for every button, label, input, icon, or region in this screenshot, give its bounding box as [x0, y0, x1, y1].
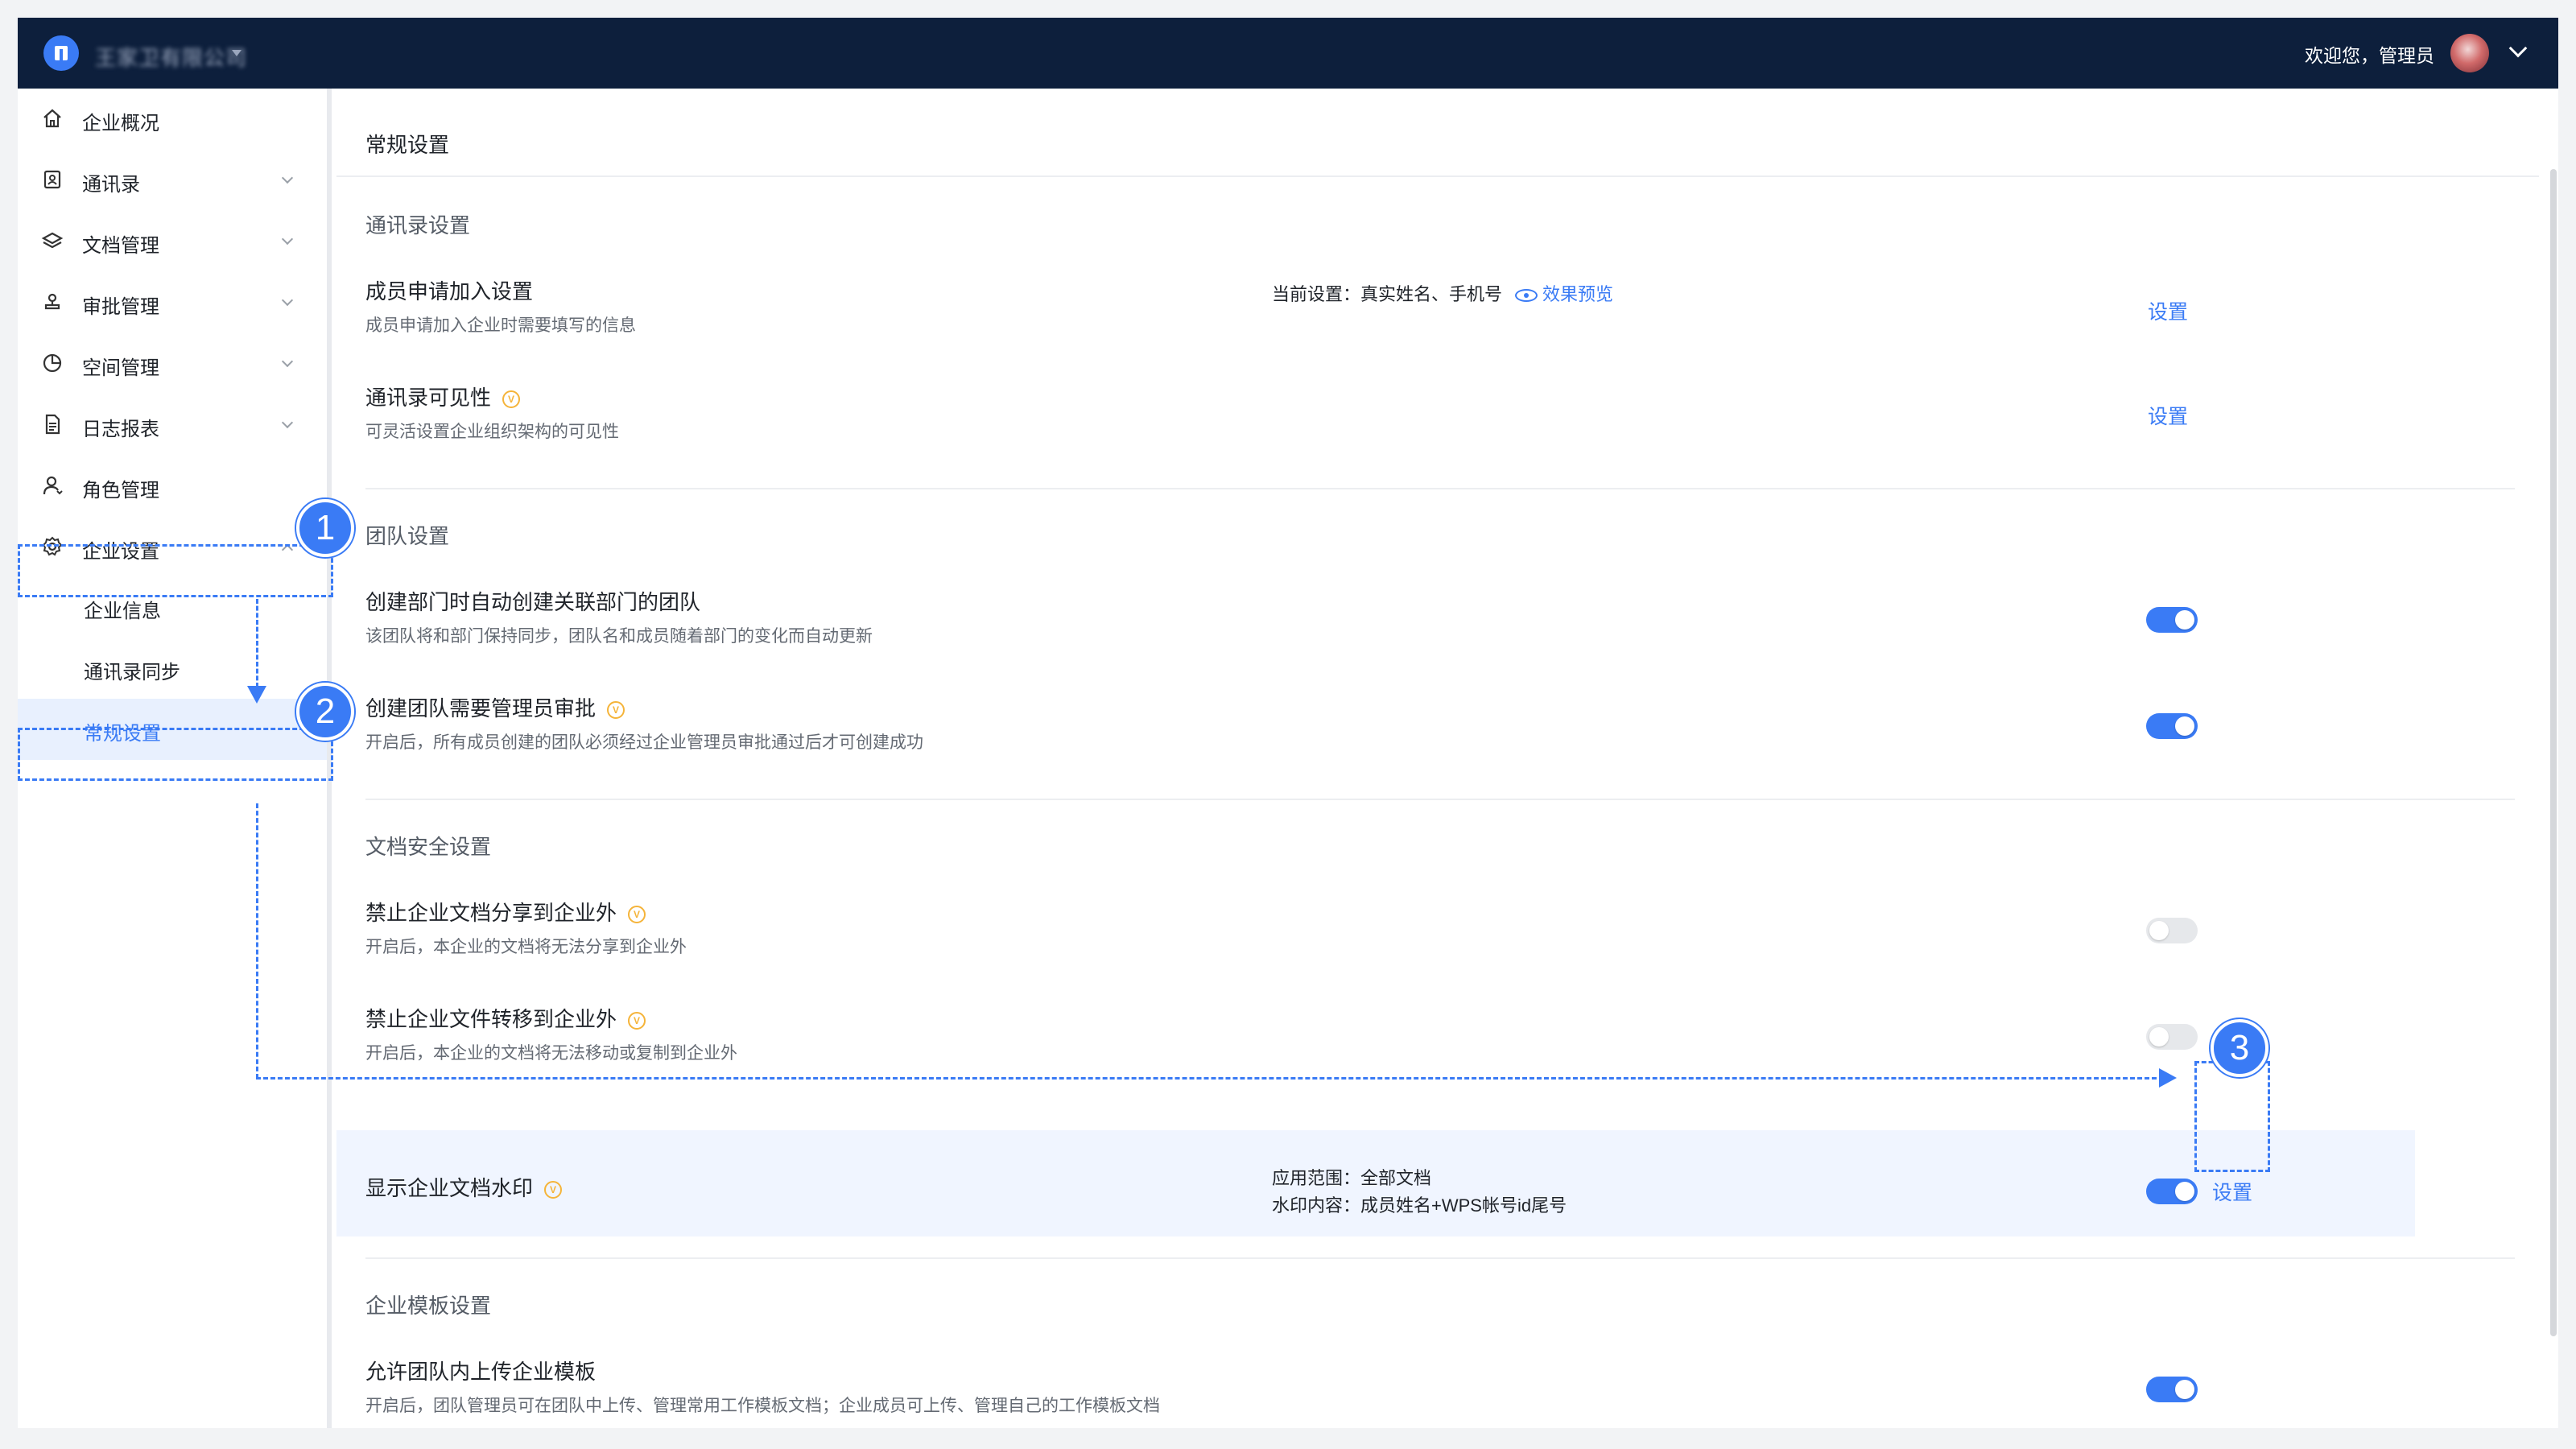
vip-icon: V — [607, 701, 625, 720]
setting-title: 创建部门时自动创建关联部门的团队 — [365, 590, 701, 614]
sidebar-item-label: 通讯录 — [82, 174, 140, 196]
setting-title: 显示企业文档水印 V — [365, 1172, 563, 1202]
callout-box-enterprise-settings — [18, 544, 333, 597]
sidebar-item-approval[interactable]: 审批管理 — [18, 272, 327, 333]
vip-icon: V — [628, 1012, 646, 1030]
setting-title: 通讯录可见性 V — [365, 382, 521, 411]
chevron-down-icon — [281, 233, 294, 246]
watermark-scope: 应用范围：全部文档 — [1272, 1168, 1432, 1188]
toggle-switch[interactable] — [2146, 607, 2198, 633]
setting-description: 可灵活设置企业组织架构的可见性 — [365, 423, 619, 441]
vip-icon: V — [628, 906, 646, 924]
set-button[interactable]: 设置 — [2212, 1177, 2252, 1206]
preview-link[interactable]: 效果预览 — [1542, 284, 1613, 304]
pie-chart-icon — [40, 352, 64, 376]
sidebar-item-label: 审批管理 — [82, 296, 159, 318]
sidebar-item-label: 企业信息 — [84, 601, 161, 622]
scrollbar[interactable] — [2550, 169, 2557, 1336]
setting-title: 禁止企业文件转移到企业外 V — [365, 1003, 646, 1033]
divider — [365, 488, 2515, 489]
avatar[interactable] — [2450, 34, 2489, 72]
page-title: 常规设置 — [365, 133, 450, 157]
main-content: 常规设置 通讯录设置 成员申请加入设置 成员申请加入企业时需要填写的信息 当前设… — [336, 89, 2558, 1428]
setting-description: 开启后，所有成员创建的团队必须经过企业管理员审批通过后才可创建成功 — [365, 733, 923, 752]
chevron-down-icon[interactable] — [2508, 39, 2528, 58]
setting-description: 成员申请加入企业时需要填写的信息 — [365, 316, 636, 335]
eye-icon[interactable] — [1515, 289, 1538, 303]
setting-title: 允许团队内上传企业模板 — [365, 1360, 597, 1384]
sidebar-item-label: 通讯录同步 — [84, 662, 180, 683]
setting-title-text: 创建团队需要管理员审批 — [365, 696, 597, 720]
welcome-text: 欢迎您，管理员 — [2305, 45, 2434, 66]
callout-connector — [256, 599, 258, 687]
arrow-right-icon — [2159, 1068, 2177, 1088]
setting-title-text: 禁止企业文档分享到企业外 — [365, 901, 617, 925]
toggle-switch[interactable] — [2146, 713, 2198, 739]
setting-title: 创建团队需要管理员审批 V — [365, 692, 625, 722]
sidebar-item-label: 日志报表 — [82, 419, 159, 440]
sidebar-item-documents[interactable]: 文档管理 — [18, 211, 327, 272]
set-button[interactable]: 设置 — [2148, 296, 2188, 325]
toggle-switch[interactable] — [2146, 1377, 2198, 1402]
sidebar-subitem-contacts-sync[interactable]: 通讯录同步 — [18, 638, 327, 699]
user-icon — [40, 474, 64, 498]
document-icon — [40, 413, 64, 437]
callout-connector — [256, 1077, 2164, 1080]
sidebar-item-roles[interactable]: 角色管理 — [18, 456, 327, 517]
callout-box-general-settings — [18, 728, 333, 781]
current-setting-info: 当前设置：真实姓名、手机号 效果预览 — [1272, 280, 1613, 306]
setting-description: 开启后，团队管理员可在团队中上传、管理常用工作模板文档；企业成员可上传、管理自己… — [365, 1397, 1160, 1415]
company-name[interactable]: 王家卫有限公司 — [95, 42, 247, 72]
setting-description: 开启后，本企业的文档将无法分享到企业外 — [365, 938, 687, 956]
setting-title-text: 通讯录可见性 — [365, 386, 492, 410]
setting-title: 成员申请加入设置 — [365, 279, 534, 303]
chevron-down-icon — [281, 294, 294, 307]
section-title: 文档安全设置 — [365, 835, 492, 859]
divider — [365, 799, 2515, 800]
step-badge-3: 3 — [2211, 1019, 2268, 1077]
section-title: 团队设置 — [365, 524, 450, 548]
chevron-down-icon — [281, 355, 294, 368]
sidebar-item-logs[interactable]: 日志报表 — [18, 394, 327, 456]
sidebar-item-label: 文档管理 — [82, 235, 159, 257]
chevron-down-icon — [281, 416, 294, 429]
top-navbar: 王家卫有限公司 欢迎您，管理员 — [18, 18, 2558, 89]
toggle-switch[interactable] — [2146, 1179, 2198, 1204]
setting-title: 禁止企业文档分享到企业外 V — [365, 897, 646, 927]
setting-title-text: 禁止企业文件转移到企业外 — [365, 1007, 617, 1031]
contacts-icon — [40, 168, 64, 192]
divider — [365, 1257, 2515, 1259]
callout-connector — [256, 803, 258, 1079]
arrow-down-icon — [247, 686, 266, 704]
chevron-down-icon — [281, 171, 294, 184]
set-button[interactable]: 设置 — [2148, 401, 2188, 430]
section-title: 企业模板设置 — [365, 1294, 492, 1318]
sidebar-item-label: 空间管理 — [82, 357, 159, 379]
company-dropdown-icon[interactable] — [232, 50, 242, 56]
setting-description: 开启后，本企业的文档将无法移动或复制到企业外 — [365, 1044, 737, 1063]
setting-description: 该团队将和部门保持同步，团队名和成员随着部门的变化而自动更新 — [365, 627, 873, 646]
company-logo-icon[interactable] — [43, 35, 79, 71]
current-setting-text: 当前设置：真实姓名、手机号 — [1272, 284, 1503, 304]
home-icon — [40, 107, 64, 131]
sidebar-item-label: 企业概况 — [82, 113, 159, 134]
divider — [336, 175, 2539, 177]
vip-icon: V — [502, 390, 521, 409]
sidebar-item-overview[interactable]: 企业概况 — [18, 89, 327, 150]
sidebar-item-label: 角色管理 — [82, 480, 159, 502]
stamp-icon — [40, 291, 64, 315]
app-window: 王家卫有限公司 欢迎您，管理员 企业概况 通讯录 文档管理 审批管理 空间管理 … — [18, 18, 2558, 1428]
toggle-switch[interactable] — [2146, 1024, 2198, 1050]
vip-icon: V — [544, 1181, 563, 1199]
section-title: 通讯录设置 — [365, 213, 471, 237]
sidebar-item-contacts[interactable]: 通讯录 — [18, 150, 327, 211]
step-badge-1: 1 — [296, 499, 354, 557]
callout-box-watermark-toggle — [2194, 1061, 2270, 1172]
toggle-switch[interactable] — [2146, 918, 2198, 943]
sidebar-item-space[interactable]: 空间管理 — [18, 333, 327, 394]
layers-icon — [40, 229, 64, 254]
setting-title-text: 显示企业文档水印 — [365, 1176, 534, 1200]
step-badge-2: 2 — [296, 683, 354, 741]
watermark-content: 水印内容：成员姓名+WPS帐号id尾号 — [1272, 1195, 1567, 1216]
